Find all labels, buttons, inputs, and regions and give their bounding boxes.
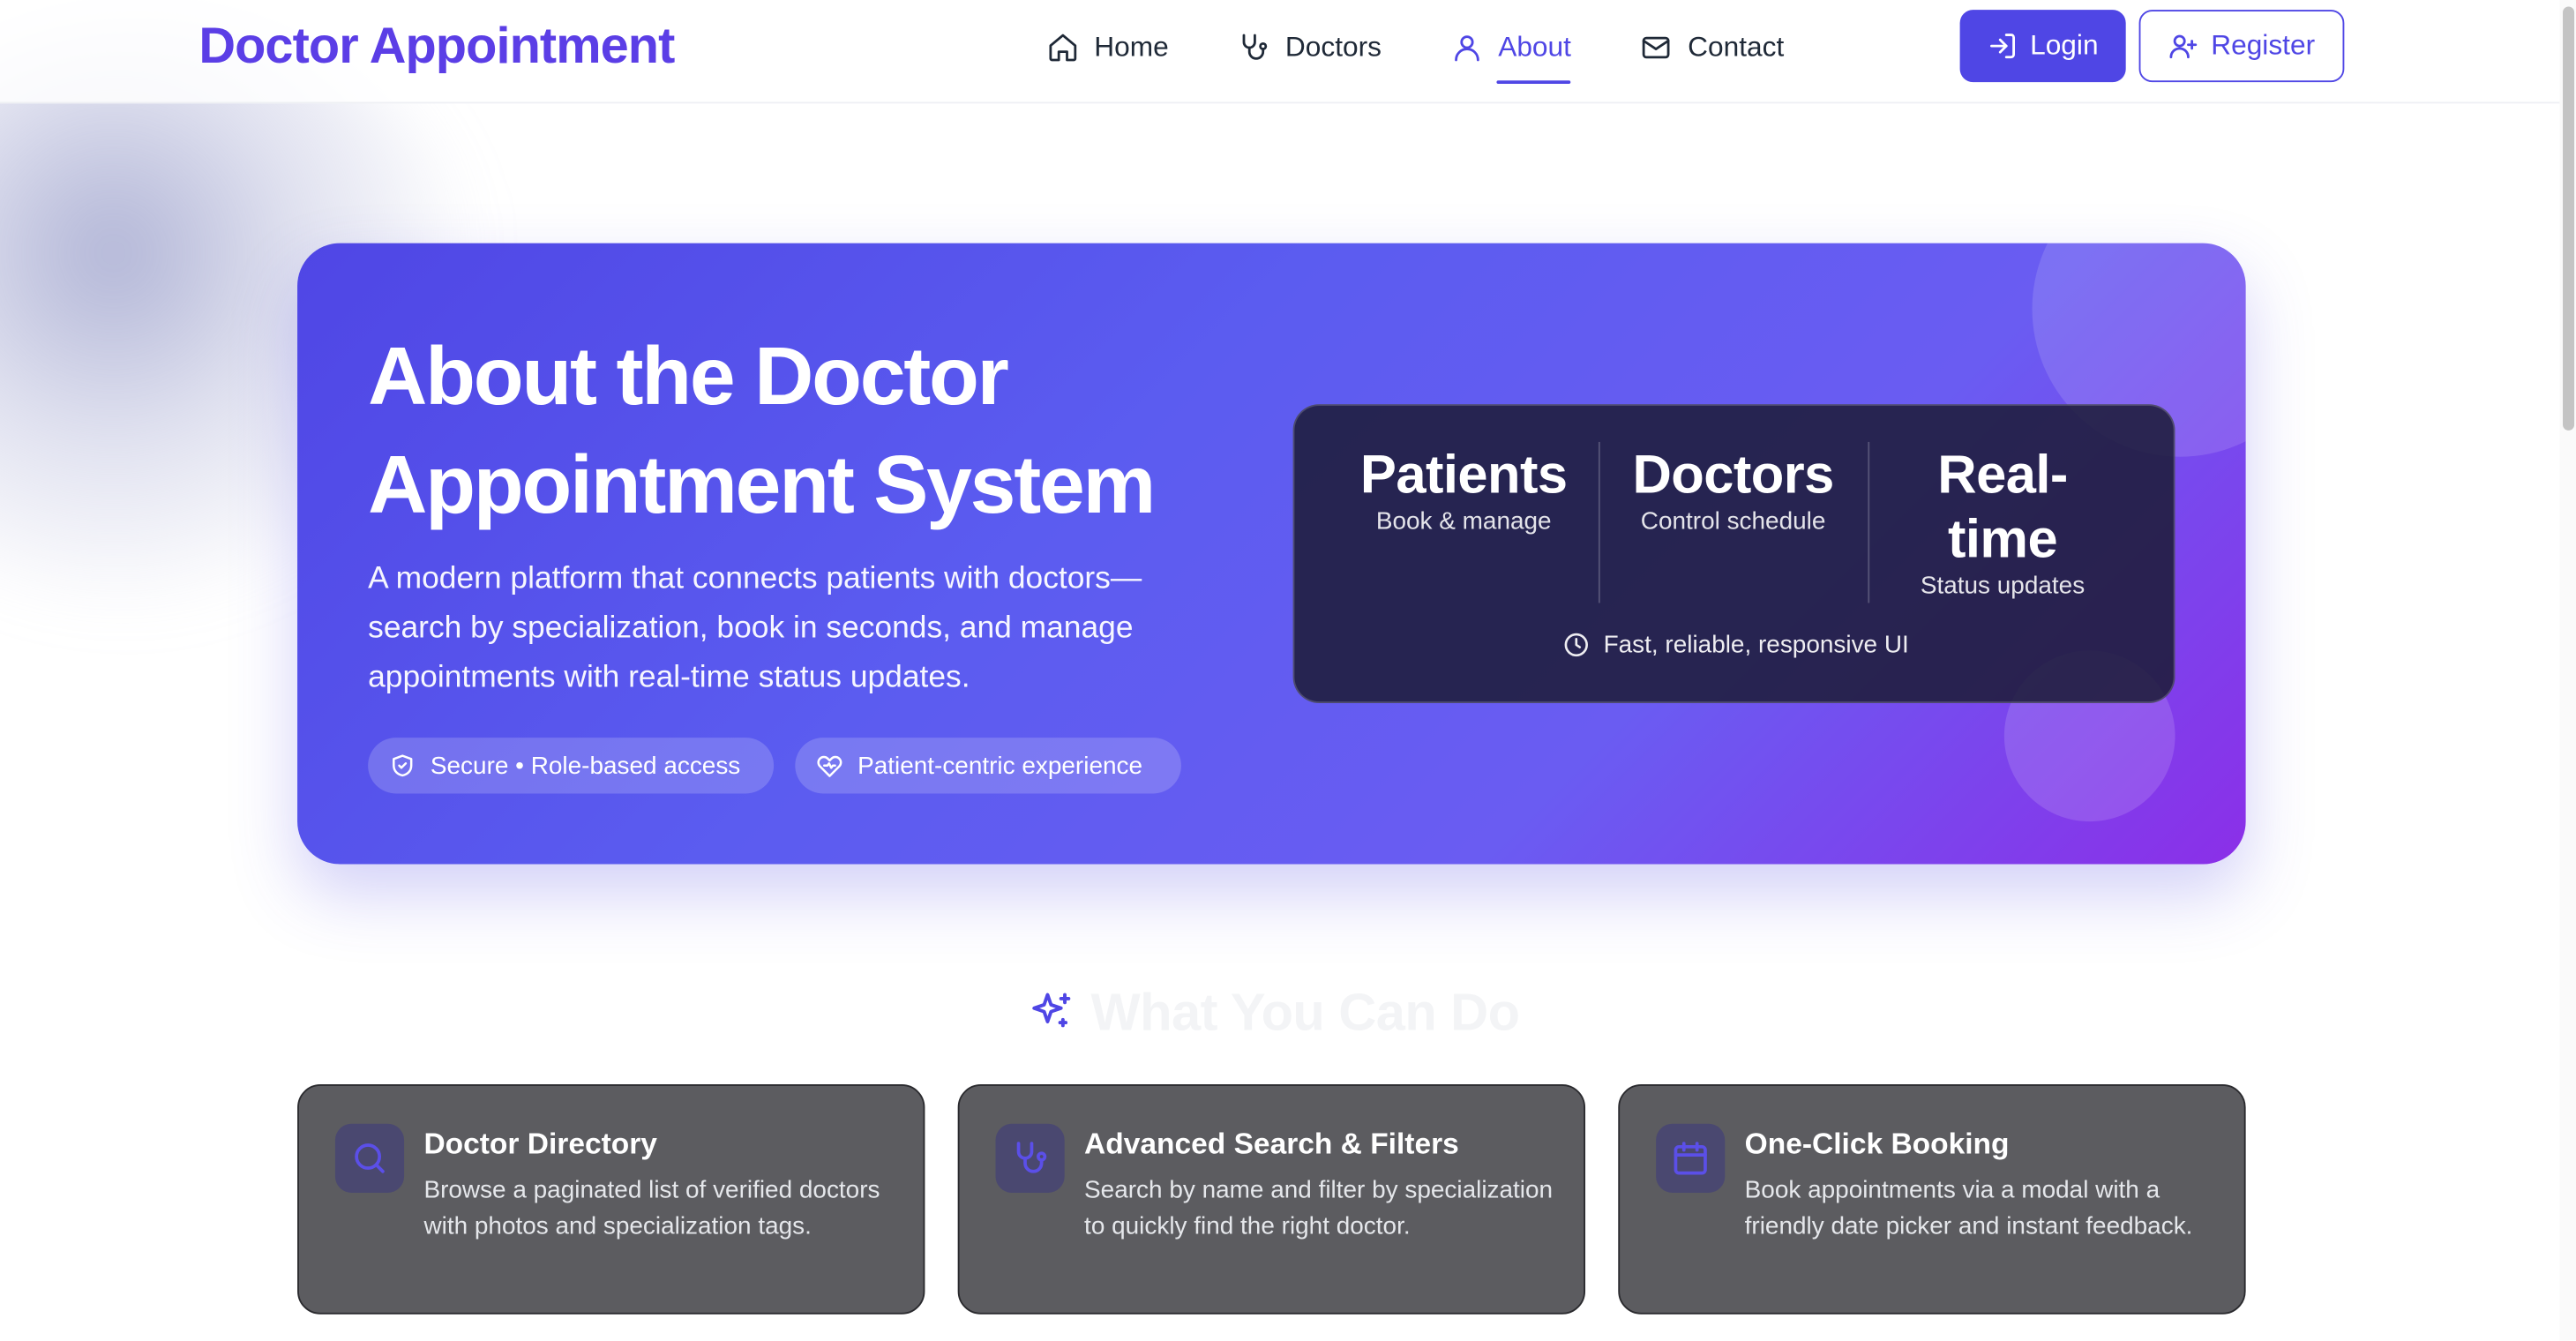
feature-card-booking[interactable]: One-Click Booking Book appointments via … [1618,1084,2246,1315]
nav-doctors-label: Doctors [1284,31,1382,63]
heart-pulse-icon [817,755,842,777]
clock-icon [1564,633,1589,657]
pill-label: Secure • Role-based access [430,751,741,780]
feature-pill-patient: Patient-centric experience [795,738,1181,794]
feature-description: Book appointments via a modal with a fri… [1744,1176,2193,1240]
stats-footer: Fast, reliable, responsive UI [1294,631,2176,659]
stat-title: Real-time [1937,443,2068,569]
feature-icon-box [1656,1123,1726,1193]
page-title: About the Doctor Appointment System [368,330,1156,531]
user-icon [1455,35,1479,62]
stat-realtime: Real-time Status updates [1868,442,2137,603]
page: Doctor Appointment Home Doctors About Co… [0,0,2576,1341]
sparkles-icon [1032,993,1071,1028]
register-button[interactable]: Register [2138,10,2345,83]
pill-label: Patient-centric experience [857,751,1143,780]
register-label: Register [2211,29,2316,61]
feature-pill-secure: Secure • Role-based access [368,738,775,794]
mail-icon [1643,36,1671,59]
user-plus-icon [2169,34,2197,59]
nav-home-label: Home [1094,31,1169,63]
stat-subtitle: Status updates [1920,572,2086,600]
feature-card-search[interactable]: Advanced Search & Filters Search by name… [957,1084,1586,1315]
scrollbar-thumb[interactable] [2563,6,2575,431]
nav-doctors[interactable]: Doctors [1238,28,1382,68]
stethoscope-icon [1243,34,1268,60]
login-icon [1989,34,2015,59]
active-underline [1496,79,1571,84]
stat-title: Doctors [1632,443,1834,505]
nav-contact[interactable]: Contact [1640,28,1784,68]
login-button[interactable]: Login [1959,10,2126,83]
search-icon [355,1143,385,1173]
stat-subtitle: Book & manage [1375,507,1552,536]
stat-subtitle: Control schedule [1640,507,1826,536]
feature-description: Browse a paginated list of verified doct… [423,1176,880,1240]
stat-patients: Patients Book & manage [1329,442,1599,539]
calendar-icon [1674,1142,1707,1175]
stats-card: Patients Book & manage Doctors Control s… [1292,404,2176,704]
section-heading: What You Can Do [1029,979,1520,1045]
login-label: Login [2030,29,2099,61]
stat-title: Patients [1359,443,1568,505]
hero-banner: About the Doctor Appointment System A mo… [297,243,2246,865]
hero-description: A modern platform that connects patients… [368,561,1142,695]
main-nav: Home Doctors About Contact [1046,28,1853,84]
shield-check-icon [393,754,413,777]
stat-doctors: Doctors Control schedule [1599,442,1868,539]
feature-icon-box [995,1123,1065,1193]
section-title: What You Can Do [1090,981,1521,1041]
stats-footer-text: Fast, reliable, responsive UI [1603,631,1909,659]
feature-icon-box [334,1123,405,1193]
nav-contact-label: Contact [1688,31,1785,63]
nav-about-label: About [1498,31,1571,63]
home-icon [1049,34,1077,62]
feature-title: Doctor Directory [423,1127,657,1160]
feature-card-directory[interactable]: Doctor Directory Browse a paginated list… [297,1084,925,1315]
feature-title: Advanced Search & Filters [1084,1127,1459,1160]
scrollbar[interactable] [2559,0,2576,1341]
nav-about[interactable]: About [1450,28,1571,84]
stethoscope-icon [1016,1142,1047,1173]
nav-home[interactable]: Home [1046,28,1169,68]
feature-description: Search by name and filter by specializat… [1084,1176,1554,1240]
brand-logo[interactable]: Doctor Appointment [198,17,675,76]
navbar: Doctor Appointment Home Doctors About Co… [0,0,2576,104]
feature-title: One-Click Booking [1744,1127,2010,1160]
